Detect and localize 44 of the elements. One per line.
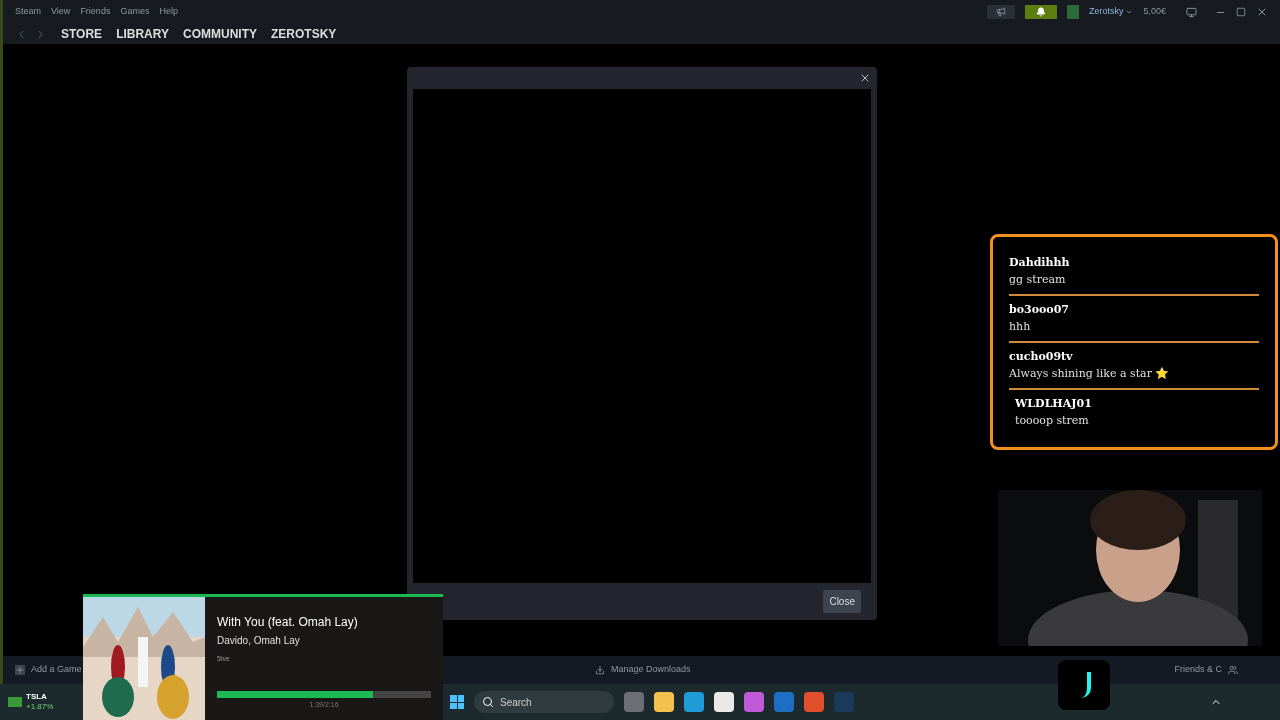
stock-symbol: TSLA: [26, 692, 48, 702]
announcements-button[interactable]: [986, 5, 1015, 19]
stock-ticker[interactable]: TSLA +1.87%: [8, 692, 54, 712]
nav-tab[interactable]: STORE: [61, 25, 103, 43]
notifications-button[interactable]: [1024, 5, 1057, 19]
wallet-balance: 5,00€: [1143, 5, 1166, 19]
search-field[interactable]: Search: [474, 691, 614, 713]
menu-item[interactable]: View: [51, 5, 71, 19]
start-icon[interactable]: [450, 695, 464, 709]
stock-change: +1.87%: [26, 702, 54, 712]
friends-chat-button[interactable]: Friends & C: [1174, 663, 1238, 677]
chat-message: gg stream: [1009, 271, 1067, 288]
nav-tab[interactable]: ZEROTSKY: [271, 25, 337, 43]
account-name[interactable]: Zerotsky: [1088, 5, 1134, 19]
manage-downloads-button[interactable]: Manage Downloads: [595, 663, 691, 677]
download-icon: [595, 665, 605, 675]
track-artist: Davido, Omah Lay: [217, 634, 301, 648]
close-icon[interactable]: [859, 72, 871, 84]
track-title: With You (feat. Omah Lay): [217, 614, 359, 631]
search-icon: [482, 696, 494, 708]
display-icon[interactable]: [1186, 6, 1197, 18]
menu-item[interactable]: Help: [159, 5, 178, 19]
menu-item[interactable]: Games: [120, 5, 150, 19]
plus-icon: [15, 665, 25, 675]
close-button[interactable]: Close: [823, 590, 861, 613]
tiktok-icon: [1058, 660, 1110, 710]
chat-username: Dahdihhh: [1009, 255, 1071, 271]
nav-tab[interactable]: LIBRARY: [116, 25, 169, 43]
maximize-icon[interactable]: [1236, 7, 1246, 17]
megaphone-icon: [995, 7, 1006, 17]
chat-message: hhh: [1009, 318, 1032, 335]
menu-item[interactable]: Steam: [15, 5, 41, 19]
close-icon[interactable]: [1256, 6, 1268, 18]
people-icon: [1228, 665, 1238, 675]
chat-username: bo3ooo07: [1009, 302, 1070, 318]
nav-tab[interactable]: COMMUNITY: [183, 25, 257, 43]
chat-username: WLDLHAJ01: [1015, 396, 1093, 412]
bell-icon: [1035, 7, 1046, 17]
caret-icon: [1125, 8, 1134, 16]
chat-username: cucho09tv: [1009, 349, 1074, 365]
add-game-button[interactable]: Add a Game: [15, 663, 82, 677]
chat-message: Always shining like a star ⭐: [1009, 365, 1171, 382]
menu-item[interactable]: Friends: [80, 5, 111, 19]
chat-message: toooop strem: [1015, 412, 1090, 429]
